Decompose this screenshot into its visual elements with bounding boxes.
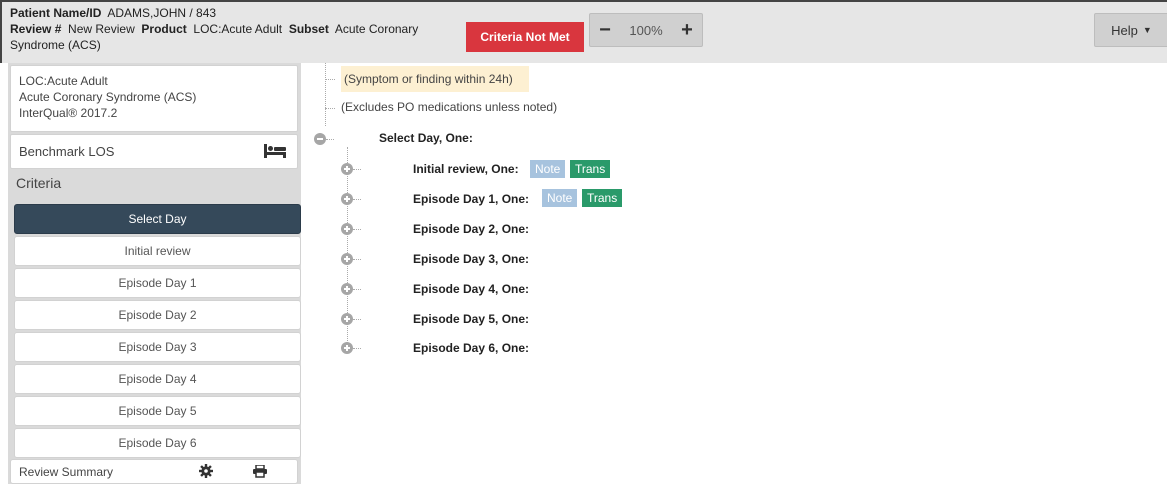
nav-episode-day-5[interactable]: Episode Day 5 bbox=[14, 396, 301, 426]
note-button[interactable]: Note bbox=[530, 160, 566, 178]
gear-icon[interactable] bbox=[199, 464, 213, 481]
info-line-subset: Acute Coronary Syndrome (ACS) bbox=[19, 90, 197, 104]
nav-select-day[interactable]: Select Day bbox=[14, 204, 301, 234]
review-summary-label: Review Summary bbox=[19, 464, 114, 479]
criteria-heading: Criteria bbox=[16, 175, 62, 191]
tree-connector bbox=[353, 199, 361, 200]
patient-label: Patient Name/ID bbox=[10, 6, 102, 20]
tree-row-episode-day-4[interactable]: Episode Day 4, One: bbox=[413, 281, 529, 297]
help-button[interactable]: Help ▼ bbox=[1094, 13, 1167, 47]
tree-connector bbox=[353, 259, 361, 260]
tree-connector bbox=[325, 108, 335, 109]
tree-row-episode-day-1[interactable]: Episode Day 1, One: bbox=[413, 191, 529, 207]
tree-connector bbox=[325, 63, 326, 126]
product-value: LOC:Acute Adult bbox=[193, 22, 283, 36]
review-value: New Review bbox=[68, 22, 135, 36]
note-button[interactable]: Note bbox=[542, 189, 578, 207]
patient-review-info: Patient Name/ID ADAMS,JOHN / 843 Review … bbox=[10, 5, 470, 53]
zoom-out-button[interactable]: − bbox=[590, 15, 620, 45]
symptom-note: (Symptom or finding within 24h) bbox=[341, 66, 529, 92]
plus-circle-icon[interactable] bbox=[341, 223, 353, 235]
caret-down-icon: ▼ bbox=[1142, 25, 1152, 35]
tree-row-episode-day-5[interactable]: Episode Day 5, One: bbox=[413, 311, 529, 327]
zoom-in-button[interactable]: + bbox=[672, 15, 702, 45]
guideline-info: LOC:Acute Adult Acute Coronary Syndrome … bbox=[10, 65, 298, 132]
tree-connector bbox=[353, 289, 361, 290]
tree-connector bbox=[326, 139, 334, 140]
product-label: Product bbox=[141, 22, 187, 36]
tree-connector bbox=[353, 229, 361, 230]
plus-circle-icon[interactable] bbox=[341, 283, 353, 295]
benchmark-los-label: Benchmark LOS bbox=[19, 144, 115, 159]
select-day-heading: Select Day, One: bbox=[379, 131, 473, 145]
zoom-control: − 100% + bbox=[589, 13, 703, 47]
plus-circle-icon[interactable] bbox=[341, 342, 353, 354]
plus-circle-icon[interactable] bbox=[341, 163, 353, 175]
minus-circle-icon[interactable] bbox=[314, 133, 326, 145]
nav-episode-day-3[interactable]: Episode Day 3 bbox=[14, 332, 301, 362]
tree-row-episode-day-6[interactable]: Episode Day 6, One: bbox=[413, 340, 529, 356]
review-header: Patient Name/ID ADAMS,JOHN / 843 Review … bbox=[0, 0, 1167, 63]
nav-episode-day-4[interactable]: Episode Day 4 bbox=[14, 364, 301, 394]
plus-circle-icon[interactable] bbox=[341, 253, 353, 265]
trans-button[interactable]: Trans bbox=[582, 189, 623, 207]
plus-circle-icon[interactable] bbox=[341, 193, 353, 205]
subset-label: Subset bbox=[288, 22, 329, 36]
criteria-tree: (Symptom or finding within 24h) (Exclude… bbox=[305, 63, 1167, 484]
trans-button[interactable]: Trans bbox=[570, 160, 611, 178]
tree-connector bbox=[353, 169, 361, 170]
bed-icon[interactable] bbox=[263, 143, 287, 162]
criteria-status-badge: Criteria Not Met bbox=[466, 22, 584, 52]
zoom-level: 100% bbox=[629, 22, 663, 38]
tree-row-initial-review[interactable]: Initial review, One: bbox=[413, 161, 519, 177]
printer-icon[interactable] bbox=[253, 464, 267, 481]
info-line-version: InterQual® 2017.2 bbox=[19, 106, 118, 120]
info-line-product: LOC:Acute Adult bbox=[19, 74, 108, 88]
nav-initial-review[interactable]: Initial review bbox=[14, 236, 301, 266]
review-summary[interactable]: Review Summary bbox=[10, 459, 298, 484]
help-label: Help bbox=[1111, 22, 1138, 38]
nav-episode-day-1[interactable]: Episode Day 1 bbox=[14, 268, 301, 298]
medication-note: (Excludes PO medications unless noted) bbox=[341, 100, 558, 114]
tree-row-episode-day-3[interactable]: Episode Day 3, One: bbox=[413, 251, 529, 267]
patient-value: ADAMS,JOHN / 843 bbox=[107, 6, 217, 20]
tree-connector bbox=[325, 79, 335, 80]
review-label: Review # bbox=[10, 22, 62, 36]
nav-episode-day-2[interactable]: Episode Day 2 bbox=[14, 300, 301, 330]
tree-connector bbox=[353, 319, 361, 320]
plus-circle-icon[interactable] bbox=[341, 313, 353, 325]
tree-connector bbox=[353, 348, 361, 349]
benchmark-los[interactable]: Benchmark LOS bbox=[10, 134, 298, 169]
tree-row-episode-day-2[interactable]: Episode Day 2, One: bbox=[413, 221, 529, 237]
sidebar: LOC:Acute Adult Acute Coronary Syndrome … bbox=[8, 63, 301, 484]
nav-episode-day-6[interactable]: Episode Day 6 bbox=[14, 428, 301, 458]
